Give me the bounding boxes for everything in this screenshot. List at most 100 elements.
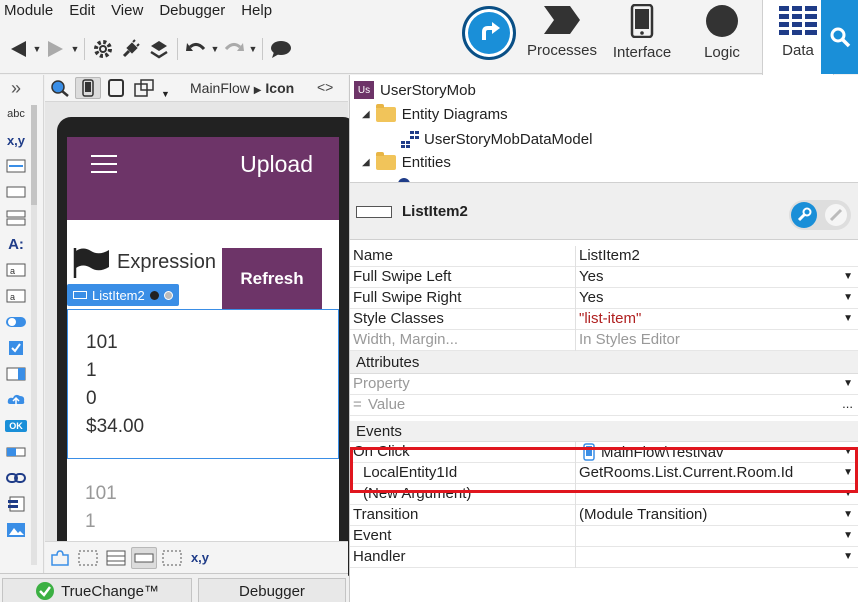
menu-help[interactable]: Help <box>237 0 278 24</box>
brush-icon[interactable] <box>825 204 847 226</box>
prop-value[interactable]: MainFlow\TestNav <box>583 443 724 461</box>
list-widget[interactable] <box>1 491 31 517</box>
plug-icon[interactable] <box>117 35 145 63</box>
menu-edit[interactable]: Edit <box>65 0 101 24</box>
tab-debugger[interactable]: Debugger <box>198 578 346 602</box>
prop-row-transition[interactable]: Transition (Module Transition) ▼ <box>350 505 858 526</box>
prop-row-full-swipe-left[interactable]: Full Swipe Left Yes ▼ <box>350 267 858 288</box>
tablet-preview-icon[interactable] <box>103 77 129 99</box>
list-item-selected[interactable]: 101 1 0 $34.00 <box>67 309 339 459</box>
breadcrumb-flow[interactable]: MainFlow <box>190 80 250 96</box>
small-dropdown-icon[interactable]: ▼ <box>161 89 170 99</box>
selected-widget-badge[interactable]: ListItem2 <box>67 284 179 306</box>
textarea-widget[interactable] <box>1 179 31 205</box>
back-icon[interactable] <box>4 35 32 63</box>
undo-dropdown-icon[interactable]: ▼ <box>210 44 220 54</box>
dropdown-arrow-icon[interactable]: ▼ <box>843 551 853 562</box>
prop-value[interactable]: "list-item" <box>579 310 641 327</box>
prop-value[interactable]: GetRooms.List.Current.Room.Id <box>579 464 793 481</box>
redo-dropdown-icon[interactable]: ▼ <box>248 44 258 54</box>
code-toggle-icon[interactable]: <> <box>317 79 333 95</box>
prop-value[interactable]: In Styles Editor <box>579 331 680 348</box>
placeholder-widget-icon[interactable] <box>75 547 101 569</box>
button-group-widget[interactable] <box>1 439 31 465</box>
tab-truechange[interactable]: TrueChange™ <box>2 578 192 602</box>
tab-logic[interactable]: Logic <box>682 0 762 74</box>
upload-widget[interactable] <box>1 387 31 413</box>
refresh-button[interactable]: Refresh <box>222 248 322 310</box>
prop-row-name[interactable]: Name ListItem2 <box>350 246 858 267</box>
dropdown-arrow-icon[interactable]: ▼ <box>843 292 853 303</box>
prop-value[interactable]: ListItem2 <box>579 247 640 264</box>
list-item-widget-icon[interactable] <box>131 546 157 569</box>
input-widget[interactable] <box>1 153 31 179</box>
tab-processes[interactable]: Processes <box>522 0 602 74</box>
container-widget-icon[interactable] <box>159 547 185 569</box>
phone-preview-icon[interactable] <box>75 77 101 99</box>
switch-widget[interactable] <box>1 309 31 335</box>
tree-node-diagram[interactable]: UserStoryMobDataModel <box>400 130 592 148</box>
prop-value[interactable]: Yes <box>579 289 603 306</box>
puzzle-icon[interactable] <box>47 547 73 569</box>
tab-interface[interactable]: Interface <box>602 0 682 74</box>
menu-view[interactable]: View <box>107 0 149 24</box>
comment-icon[interactable] <box>267 35 295 63</box>
zoom-icon[interactable] <box>47 77 73 99</box>
dropdown-arrow-icon[interactable]: ▼ <box>843 378 853 389</box>
prop-row-on-click[interactable]: On Click MainFlow\TestNav ▼ <box>350 442 858 463</box>
back-dropdown-icon[interactable]: ▼ <box>32 44 42 54</box>
tree-node-entity-diagrams[interactable]: ◢ Entity Diagrams <box>362 104 508 123</box>
menu-debugger[interactable]: Debugger <box>155 0 231 24</box>
dropdown-arrow-icon[interactable]: ▼ <box>843 271 853 282</box>
gear-icon[interactable] <box>89 35 117 63</box>
app-header[interactable]: Upload <box>67 137 339 220</box>
dropdown-arrow-icon[interactable]: ▼ <box>843 446 853 457</box>
prop-value[interactable]: (Module Transition) <box>579 506 707 523</box>
forward-dropdown-icon[interactable]: ▼ <box>70 44 80 54</box>
button-widget[interactable]: OK <box>1 413 31 439</box>
dropdown-arrow-icon[interactable]: ▼ <box>843 488 853 499</box>
prop-row-handler[interactable]: Handler ▼ <box>350 547 858 568</box>
label-widget[interactable]: A: <box>1 231 31 257</box>
palette-scrollbar[interactable] <box>31 105 37 565</box>
undo-icon[interactable] <box>182 35 210 63</box>
collapse-palette-icon[interactable]: » <box>1 75 31 101</box>
expression-widget[interactable]: x,y <box>1 127 31 153</box>
prop-row-argument[interactable]: LocalEntity1Id GetRooms.List.Current.Roo… <box>350 463 858 484</box>
tree-node-entities[interactable]: ◢ Entities <box>362 152 451 171</box>
prop-row-full-swipe-right[interactable]: Full Swipe Right Yes ▼ <box>350 288 858 309</box>
prop-row-width-margin[interactable]: Width, Margin... In Styles Editor <box>350 330 858 351</box>
prop-row-event[interactable]: Event ▼ <box>350 526 858 547</box>
list-widget-icon[interactable] <box>103 547 129 569</box>
image-widget[interactable] <box>1 517 31 543</box>
expression-widget-icon[interactable]: x,y <box>187 547 213 569</box>
prop-value[interactable]: Yes <box>579 268 603 285</box>
expand-arrow-icon[interactable]: ◢ <box>362 109 370 120</box>
publish-icon[interactable] <box>145 35 173 63</box>
wrench-icon[interactable] <box>791 202 817 228</box>
dropdown-arrow-icon[interactable]: ▼ <box>843 530 853 541</box>
prop-row-style-classes[interactable]: Style Classes "list-item" ▼ <box>350 309 858 330</box>
text-widget[interactable]: abc <box>1 101 31 127</box>
menu-module[interactable]: Module <box>0 0 59 24</box>
dropdown-widget[interactable] <box>1 361 31 387</box>
checkbox-widget[interactable] <box>1 335 31 361</box>
prop-row-new-argument[interactable]: (New Argument) ▼ <box>350 484 858 505</box>
link-widget[interactable]: a <box>1 257 31 283</box>
search-button[interactable] <box>821 0 858 74</box>
palette-scrollbar-thumb[interactable] <box>31 105 37 205</box>
expression-widget-canvas[interactable]: Expression <box>73 245 216 279</box>
forward-icon[interactable] <box>42 35 70 63</box>
container-widget[interactable] <box>1 205 31 231</box>
expand-arrow-icon[interactable]: ◢ <box>362 157 370 168</box>
redo-icon[interactable] <box>220 35 248 63</box>
dropdown-arrow-icon[interactable]: ▼ <box>843 313 853 324</box>
hamburger-menu-icon[interactable] <box>91 155 117 179</box>
breadcrumb-screen[interactable]: Icon <box>265 80 294 96</box>
version-badge-icon[interactable] <box>462 6 516 60</box>
form-widget[interactable]: a <box>1 283 31 309</box>
prop-row-value[interactable]: = Value ... <box>350 395 858 416</box>
dropdown-arrow-icon[interactable]: ▼ <box>843 467 853 478</box>
tree-node-module[interactable]: Us UserStoryMob <box>354 81 476 99</box>
more-button[interactable]: ... <box>842 396 853 411</box>
